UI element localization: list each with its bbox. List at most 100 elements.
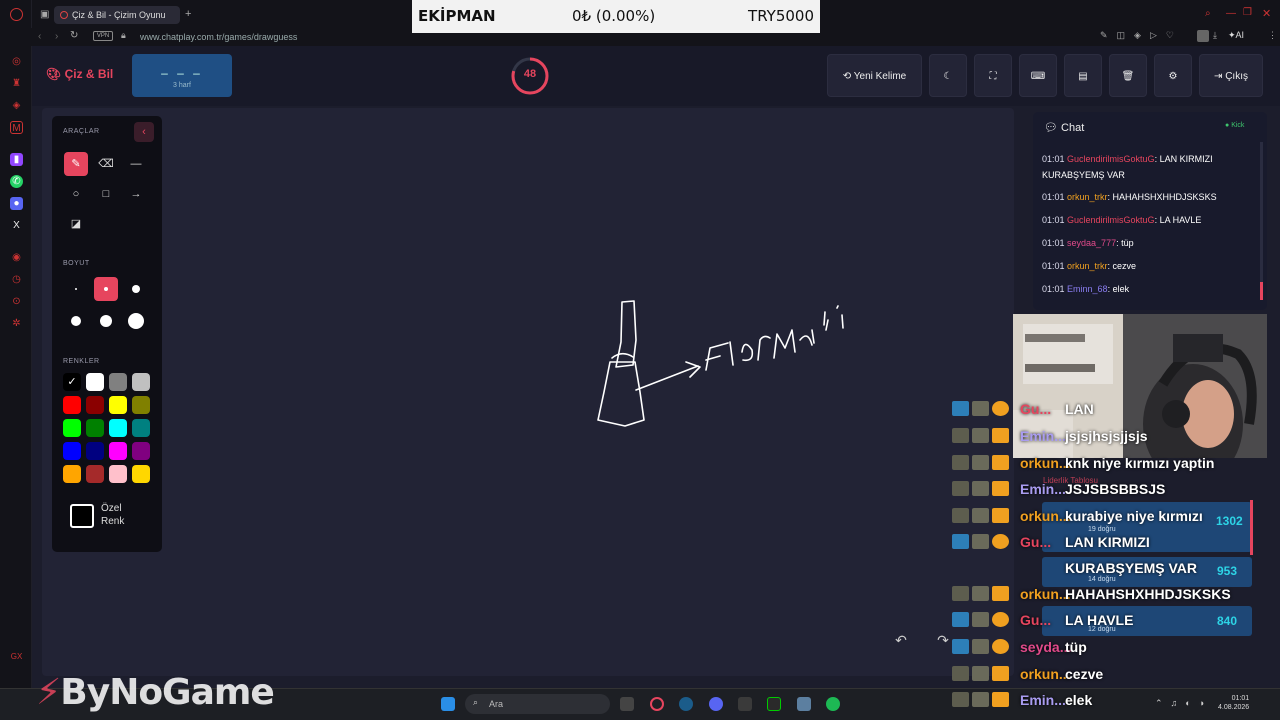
maximize-icon[interactable]: ❐ (1243, 7, 1252, 18)
chat-username[interactable]: Eminn_68 (1067, 284, 1108, 294)
settings-icon[interactable]: ✲ (10, 317, 23, 330)
download-icon[interactable]: ⤓ (1213, 30, 1217, 41)
arrow-tool[interactable]: → (124, 182, 148, 206)
mail-icon[interactable]: M (10, 121, 23, 134)
vpn-badge[interactable]: VPN (93, 31, 113, 41)
size-5[interactable] (94, 309, 118, 333)
color-swatch[interactable] (132, 465, 150, 483)
spotify-taskbar-icon[interactable] (826, 697, 840, 711)
settings-taskbar-icon[interactable] (797, 697, 811, 711)
downloads-icon[interactable]: ⊙ (10, 295, 23, 308)
color-swatch[interactable] (109, 373, 127, 391)
ai-button[interactable]: ✦AI (1228, 30, 1244, 41)
start-icon[interactable] (441, 697, 455, 711)
size-4[interactable] (64, 309, 88, 333)
discord-taskbar-icon[interactable] (709, 697, 723, 711)
keyboard-button[interactable]: ⌨ (1019, 54, 1057, 97)
size-3[interactable] (124, 277, 148, 301)
task-view-icon[interactable] (620, 697, 634, 711)
color-swatch[interactable]: ✓ (63, 373, 81, 391)
menu-icon[interactable]: ⋮ (1268, 30, 1277, 41)
overlay-text: LA HAVLE (1065, 612, 1134, 628)
new-tab-icon[interactable]: + (185, 8, 191, 20)
workspaces-icon[interactable]: ▣ (40, 9, 49, 20)
color-swatch[interactable] (86, 465, 104, 483)
settings-button[interactable]: ⚙ (1154, 54, 1192, 97)
chat-username[interactable]: seydaa_777 (1067, 238, 1116, 248)
url-field[interactable]: www.chatplay.com.tr/games/drawguess (140, 31, 297, 43)
color-swatch[interactable] (63, 419, 81, 437)
games-icon[interactable]: ♜ (10, 77, 23, 90)
search-tabs-icon[interactable]: ⌕ (1205, 8, 1211, 19)
close-window-icon[interactable]: ✕ (1262, 7, 1271, 20)
explorer-icon[interactable] (738, 697, 752, 711)
collapse-panel-button[interactable]: ‹ (134, 122, 154, 142)
custom-color-button[interactable] (70, 504, 94, 528)
discord-icon[interactable]: ● (10, 197, 23, 210)
color-swatch[interactable] (63, 442, 81, 460)
reload-icon[interactable]: ↻ (70, 30, 78, 41)
word-hint: 3 harf (173, 82, 191, 89)
color-swatch[interactable] (132, 419, 150, 437)
taskbar-search[interactable]: Ara (465, 694, 610, 714)
obs-icon[interactable] (767, 697, 781, 711)
user-badge-icon (972, 534, 989, 549)
app-logo-text: Çiz & Bil (64, 67, 114, 81)
trash-button[interactable]: 🗑︎ (1109, 54, 1147, 97)
color-swatch[interactable] (86, 442, 104, 460)
eraser-tool[interactable]: ⌫ (94, 152, 118, 176)
chat-scrollbar[interactable] (1260, 142, 1263, 300)
whatsapp-icon[interactable]: ✆ (10, 175, 23, 188)
app-logo[interactable]: 🎨︎ Çiz & Bil (46, 67, 113, 81)
chat-username[interactable]: GuclendirilmisGoktuG (1067, 154, 1155, 164)
chat-username[interactable]: GuclendirilmisGoktuG (1067, 215, 1155, 225)
new-word-button[interactable]: ⟲ Yeni Kelime (827, 54, 922, 97)
brush-tool[interactable]: ✎ (64, 152, 88, 176)
line-tool[interactable]: — (124, 152, 148, 176)
fullscreen-button[interactable]: ⛶ (974, 54, 1012, 97)
back-icon[interactable]: ‹ (38, 31, 41, 42)
x-icon[interactable]: X (10, 219, 23, 232)
chat-username[interactable]: orkun_trkr (1067, 261, 1108, 271)
aria-icon[interactable]: ◎ (10, 55, 23, 68)
color-swatch[interactable] (63, 396, 81, 414)
toolbar-icons[interactable]: ✎◫◈▷♡ (1100, 30, 1183, 41)
lock-icon: 🔒︎ (121, 30, 126, 40)
color-swatch[interactable] (109, 419, 127, 437)
minimize-icon[interactable]: — (1226, 8, 1236, 19)
color-swatch[interactable] (132, 442, 150, 460)
steam-icon[interactable] (679, 697, 693, 711)
arrow-icon: → (130, 188, 142, 200)
chat-username[interactable]: orkun_trkr (1067, 192, 1108, 202)
size-2[interactable] (94, 277, 118, 301)
forward-icon[interactable]: › (55, 31, 58, 42)
exit-button[interactable]: ⇥ Çıkış (1199, 54, 1263, 97)
color-swatch[interactable] (63, 465, 81, 483)
archive-button[interactable]: ▤ (1064, 54, 1102, 97)
size-6[interactable] (124, 309, 148, 333)
color-swatch[interactable] (86, 419, 104, 437)
design-icon[interactable]: ◈ (10, 99, 23, 112)
gx-icon[interactable]: GX (10, 650, 23, 663)
color-swatch[interactable] (109, 442, 127, 460)
rectangle-tool[interactable]: □ (94, 182, 118, 206)
history-icon[interactable]: ◷ (10, 273, 23, 286)
size-1[interactable] (64, 277, 88, 301)
color-swatch[interactable] (86, 373, 104, 391)
color-swatch[interactable] (132, 396, 150, 414)
twitch-icon[interactable]: ▮ (10, 153, 23, 166)
color-swatch[interactable] (86, 396, 104, 414)
profile-avatar[interactable] (1197, 30, 1209, 42)
dark-mode-button[interactable]: ☾ (929, 54, 967, 97)
opera-logo-icon[interactable] (10, 8, 23, 21)
color-swatch[interactable] (132, 373, 150, 391)
opera-gx-taskbar-icon[interactable] (650, 697, 664, 711)
circle-tool[interactable]: ○ (64, 182, 88, 206)
fill-tool[interactable]: ◪ (64, 212, 88, 236)
tab-active[interactable]: Çiz & Bil - Çizim Oyunu (54, 6, 180, 24)
color-swatch[interactable] (109, 396, 127, 414)
color-swatch[interactable] (109, 465, 127, 483)
undo-button[interactable]: ↶ (888, 632, 914, 656)
drawing-canvas[interactable] (42, 108, 1014, 676)
spotify-icon[interactable]: ◉ (10, 251, 23, 264)
